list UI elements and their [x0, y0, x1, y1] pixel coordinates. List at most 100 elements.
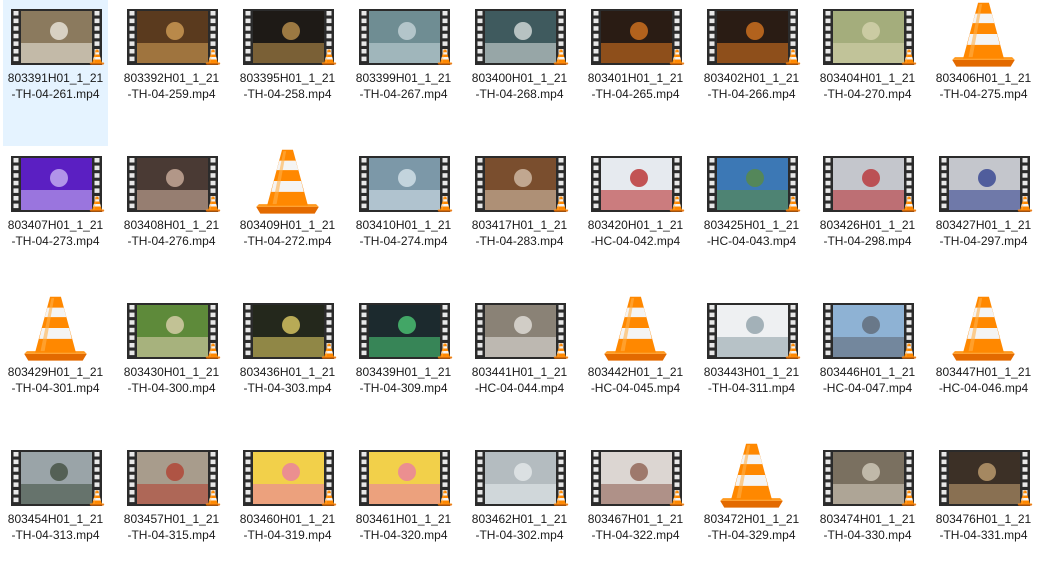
file-thumbnail	[931, 0, 1036, 68]
file-item[interactable]: 803427H01_1_21-TH-04-297.mp4	[931, 147, 1036, 293]
vlc-badge-icon	[205, 195, 221, 213]
vlc-badge-icon	[669, 48, 685, 66]
file-item[interactable]: 803454H01_1_21-TH-04-313.mp4	[3, 441, 108, 587]
file-name: 803406H01_1_21-TH-04-275.mp4	[935, 71, 1032, 101]
vlc-cone-icon	[940, 0, 1027, 68]
file-item[interactable]: 803457H01_1_21-TH-04-315.mp4	[119, 441, 224, 587]
file-thumbnail	[351, 0, 456, 68]
file-name: 803467H01_1_21-TH-04-322.mp4	[587, 512, 684, 542]
file-thumbnail	[467, 147, 572, 215]
file-name: 803408H01_1_21-TH-04-276.mp4	[123, 218, 220, 248]
vlc-badge-icon	[553, 48, 569, 66]
file-item[interactable]: 803474H01_1_21-TH-04-330.mp4	[815, 441, 920, 587]
file-name: 803442H01_1_21-HC-04-045.mp4	[587, 365, 684, 395]
file-name: 803472H01_1_21-TH-04-329.mp4	[703, 512, 800, 542]
file-name: 803429H01_1_21-TH-04-301.mp4	[7, 365, 104, 395]
file-thumbnail	[119, 0, 224, 68]
file-item[interactable]: 803402H01_1_21-TH-04-266.mp4	[699, 0, 804, 146]
file-item[interactable]: 803399H01_1_21-TH-04-267.mp4	[351, 0, 456, 146]
file-item[interactable]: 803404H01_1_21-TH-04-270.mp4	[815, 0, 920, 146]
file-thumbnail	[699, 441, 804, 509]
file-thumbnail	[583, 294, 688, 362]
file-thumbnail	[699, 147, 804, 215]
vlc-badge-icon	[1017, 195, 1033, 213]
file-item[interactable]: 803436H01_1_21-TH-04-303.mp4	[235, 294, 340, 440]
file-name: 803407H01_1_21-TH-04-273.mp4	[7, 218, 104, 248]
file-item[interactable]: 803442H01_1_21-HC-04-045.mp4	[583, 294, 688, 440]
file-thumbnail	[583, 441, 688, 509]
vlc-badge-icon	[901, 48, 917, 66]
file-item[interactable]: 803443H01_1_21-TH-04-311.mp4	[699, 294, 804, 440]
file-thumbnail	[119, 294, 224, 362]
file-name: 803430H01_1_21-TH-04-300.mp4	[123, 365, 220, 395]
file-item[interactable]: 803392H01_1_21-TH-04-259.mp4	[119, 0, 224, 146]
file-name: 803476H01_1_21-TH-04-331.mp4	[935, 512, 1032, 542]
file-item[interactable]: 803430H01_1_21-TH-04-300.mp4	[119, 294, 224, 440]
file-name: 803461H01_1_21-TH-04-320.mp4	[355, 512, 452, 542]
vlc-badge-icon	[437, 48, 453, 66]
file-item[interactable]: 803467H01_1_21-TH-04-322.mp4	[583, 441, 688, 587]
file-item[interactable]: 803420H01_1_21-HC-04-042.mp4	[583, 147, 688, 293]
file-item[interactable]: 803395H01_1_21-TH-04-258.mp4	[235, 0, 340, 146]
file-thumbnail	[351, 441, 456, 509]
file-thumbnail	[815, 294, 920, 362]
file-name: 803441H01_1_21-HC-04-044.mp4	[471, 365, 568, 395]
file-thumbnail	[235, 294, 340, 362]
file-item[interactable]: 803408H01_1_21-TH-04-276.mp4	[119, 147, 224, 293]
file-name: 803436H01_1_21-TH-04-303.mp4	[239, 365, 336, 395]
file-name: 803427H01_1_21-TH-04-297.mp4	[935, 218, 1032, 248]
file-thumbnail	[815, 441, 920, 509]
file-item[interactable]: 803462H01_1_21-TH-04-302.mp4	[467, 441, 572, 587]
vlc-badge-icon	[321, 489, 337, 507]
vlc-badge-icon	[785, 195, 801, 213]
file-thumbnail	[351, 294, 456, 362]
file-item[interactable]: 803429H01_1_21-TH-04-301.mp4	[3, 294, 108, 440]
file-thumbnail	[699, 0, 804, 68]
file-item[interactable]: 803447H01_1_21-HC-04-046.mp4	[931, 294, 1036, 440]
file-item[interactable]: 803426H01_1_21-TH-04-298.mp4	[815, 147, 920, 293]
file-item[interactable]: 803446H01_1_21-HC-04-047.mp4	[815, 294, 920, 440]
file-item[interactable]: 803401H01_1_21-TH-04-265.mp4	[583, 0, 688, 146]
vlc-badge-icon	[785, 342, 801, 360]
file-item[interactable]: 803425H01_1_21-HC-04-043.mp4	[699, 147, 804, 293]
vlc-badge-icon	[437, 195, 453, 213]
vlc-badge-icon	[669, 489, 685, 507]
file-item[interactable]: 803409H01_1_21-TH-04-272.mp4	[235, 147, 340, 293]
file-thumbnail	[467, 0, 572, 68]
file-thumbnail	[3, 147, 108, 215]
file-item[interactable]: 803400H01_1_21-TH-04-268.mp4	[467, 0, 572, 146]
file-name: 803443H01_1_21-TH-04-311.mp4	[703, 365, 800, 395]
file-thumbnail	[815, 0, 920, 68]
file-item[interactable]: 803410H01_1_21-TH-04-274.mp4	[351, 147, 456, 293]
file-name: 803395H01_1_21-TH-04-258.mp4	[239, 71, 336, 101]
vlc-badge-icon	[1017, 489, 1033, 507]
file-item[interactable]: 803460H01_1_21-TH-04-319.mp4	[235, 441, 340, 587]
vlc-badge-icon	[553, 489, 569, 507]
file-item[interactable]: 803417H01_1_21-TH-04-283.mp4	[467, 147, 572, 293]
vlc-cone-icon	[708, 441, 795, 509]
file-thumbnail	[119, 147, 224, 215]
file-item[interactable]: 803439H01_1_21-TH-04-309.mp4	[351, 294, 456, 440]
file-name: 803460H01_1_21-TH-04-319.mp4	[239, 512, 336, 542]
file-thumbnail	[119, 441, 224, 509]
vlc-badge-icon	[321, 48, 337, 66]
file-thumbnail	[467, 441, 572, 509]
file-name: 803410H01_1_21-TH-04-274.mp4	[355, 218, 452, 248]
file-name: 803401H01_1_21-TH-04-265.mp4	[587, 71, 684, 101]
file-item[interactable]: 803472H01_1_21-TH-04-329.mp4	[699, 441, 804, 587]
file-item[interactable]: 803441H01_1_21-HC-04-044.mp4	[467, 294, 572, 440]
file-item[interactable]: 803391H01_1_21-TH-04-261.mp4	[3, 0, 108, 146]
file-item[interactable]: 803407H01_1_21-TH-04-273.mp4	[3, 147, 108, 293]
vlc-badge-icon	[669, 195, 685, 213]
vlc-badge-icon	[205, 342, 221, 360]
file-item[interactable]: 803406H01_1_21-TH-04-275.mp4	[931, 0, 1036, 146]
file-name: 803420H01_1_21-HC-04-042.mp4	[587, 218, 684, 248]
file-thumbnail	[467, 294, 572, 362]
file-item[interactable]: 803476H01_1_21-TH-04-331.mp4	[931, 441, 1036, 587]
file-name: 803417H01_1_21-TH-04-283.mp4	[471, 218, 568, 248]
vlc-cone-icon	[244, 147, 331, 215]
file-item[interactable]: 803461H01_1_21-TH-04-320.mp4	[351, 441, 456, 587]
file-name: 803474H01_1_21-TH-04-330.mp4	[819, 512, 916, 542]
file-thumbnail	[235, 441, 340, 509]
vlc-badge-icon	[553, 342, 569, 360]
